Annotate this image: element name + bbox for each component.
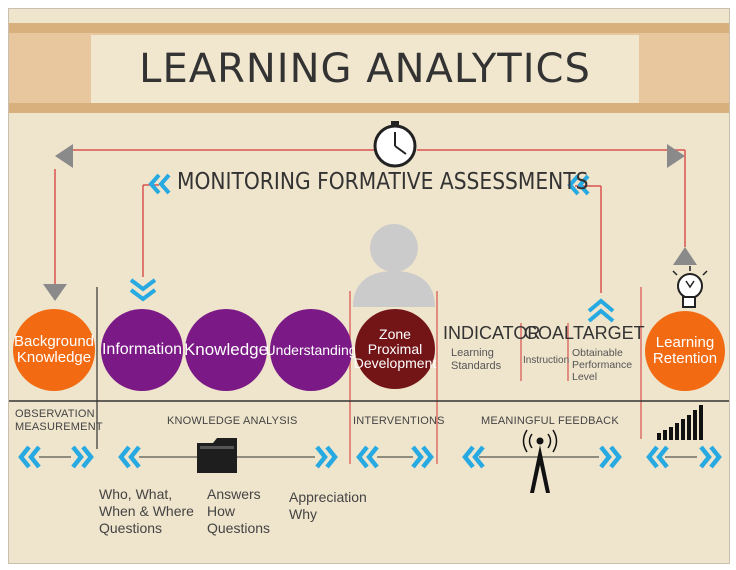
monitoring-title: MONITORING FORMATIVE ASSESSMENTS [177, 169, 589, 195]
section-observation-measurement: OBSERVATION MEASUREMENT [15, 408, 103, 434]
section-label: MEASUREMENT [15, 421, 103, 434]
stage-label: Development [353, 355, 437, 372]
stage-label: Zone Proximal [367, 325, 423, 357]
indicator-subtitle: Learning Standards [451, 347, 501, 372]
target-sub-line: Obtainable [572, 347, 623, 359]
target-title: TARGET [573, 323, 645, 343]
triangle-arrow-icon [55, 144, 73, 168]
person-icon [353, 224, 435, 307]
antenna-icon [522, 429, 558, 493]
page: LEARNING ANALYTICS MONITORING FORMATIVE … [0, 0, 736, 570]
lightbulb-icon [672, 266, 708, 308]
stage-label: Understanding [265, 341, 357, 358]
diagram-graphics [9, 121, 729, 493]
question-who-what: Who, What, When & Where Questions [99, 486, 194, 536]
chevron-icon [129, 278, 157, 302]
stage-background-knowledge: Background Knowledge [13, 309, 95, 391]
triangle-arrow-icon [43, 284, 67, 301]
stage-label: Retention [652, 350, 718, 367]
triangle-arrow-icon [673, 247, 697, 265]
stage-label: Knowledge [183, 340, 269, 360]
section-knowledge-analysis: KNOWLEDGE ANALYSIS [167, 415, 298, 427]
question-why: Appreciation Why [289, 489, 367, 522]
chevron-icon [18, 445, 722, 469]
signal-bars-icon [657, 405, 703, 440]
goal-subtitle: Instruction [523, 355, 570, 366]
indicator-sub-line: Standards [451, 359, 502, 372]
stage-knowledge: Knowledge [183, 309, 269, 391]
stage-zone-proximal-development: Zone Proximal Development [353, 309, 437, 389]
question-how: Answers How Questions [207, 486, 271, 536]
target-sub-line: Performance [572, 359, 633, 372]
section-label: OBSERVATION [15, 408, 95, 420]
indicator-sub-line: Learning [451, 347, 494, 359]
target-subtitle: Obtainable Performance Level [572, 347, 632, 383]
section-interventions: INTERVENTIONS [353, 415, 445, 427]
triangle-arrow-icon [667, 144, 685, 168]
clock-icon [373, 121, 417, 168]
stage-label: Knowledge [16, 349, 92, 366]
folder-icon [197, 438, 237, 473]
chevron-icon [587, 298, 615, 323]
stage-learning-retention: Learning Retention [645, 311, 725, 391]
section-meaningful-feedback: MEANINGFUL FEEDBACK [481, 415, 619, 427]
target-sub-line: Level [572, 371, 598, 384]
stage-label: Learning [655, 334, 715, 352]
stage-understanding: Understanding [265, 309, 357, 391]
stage-label: Background [13, 333, 95, 351]
goal-title: GOAL [524, 323, 575, 343]
stage-information: Information [101, 309, 183, 391]
infographic-poster: LEARNING ANALYTICS MONITORING FORMATIVE … [8, 8, 730, 564]
stage-label: Information [101, 340, 183, 358]
